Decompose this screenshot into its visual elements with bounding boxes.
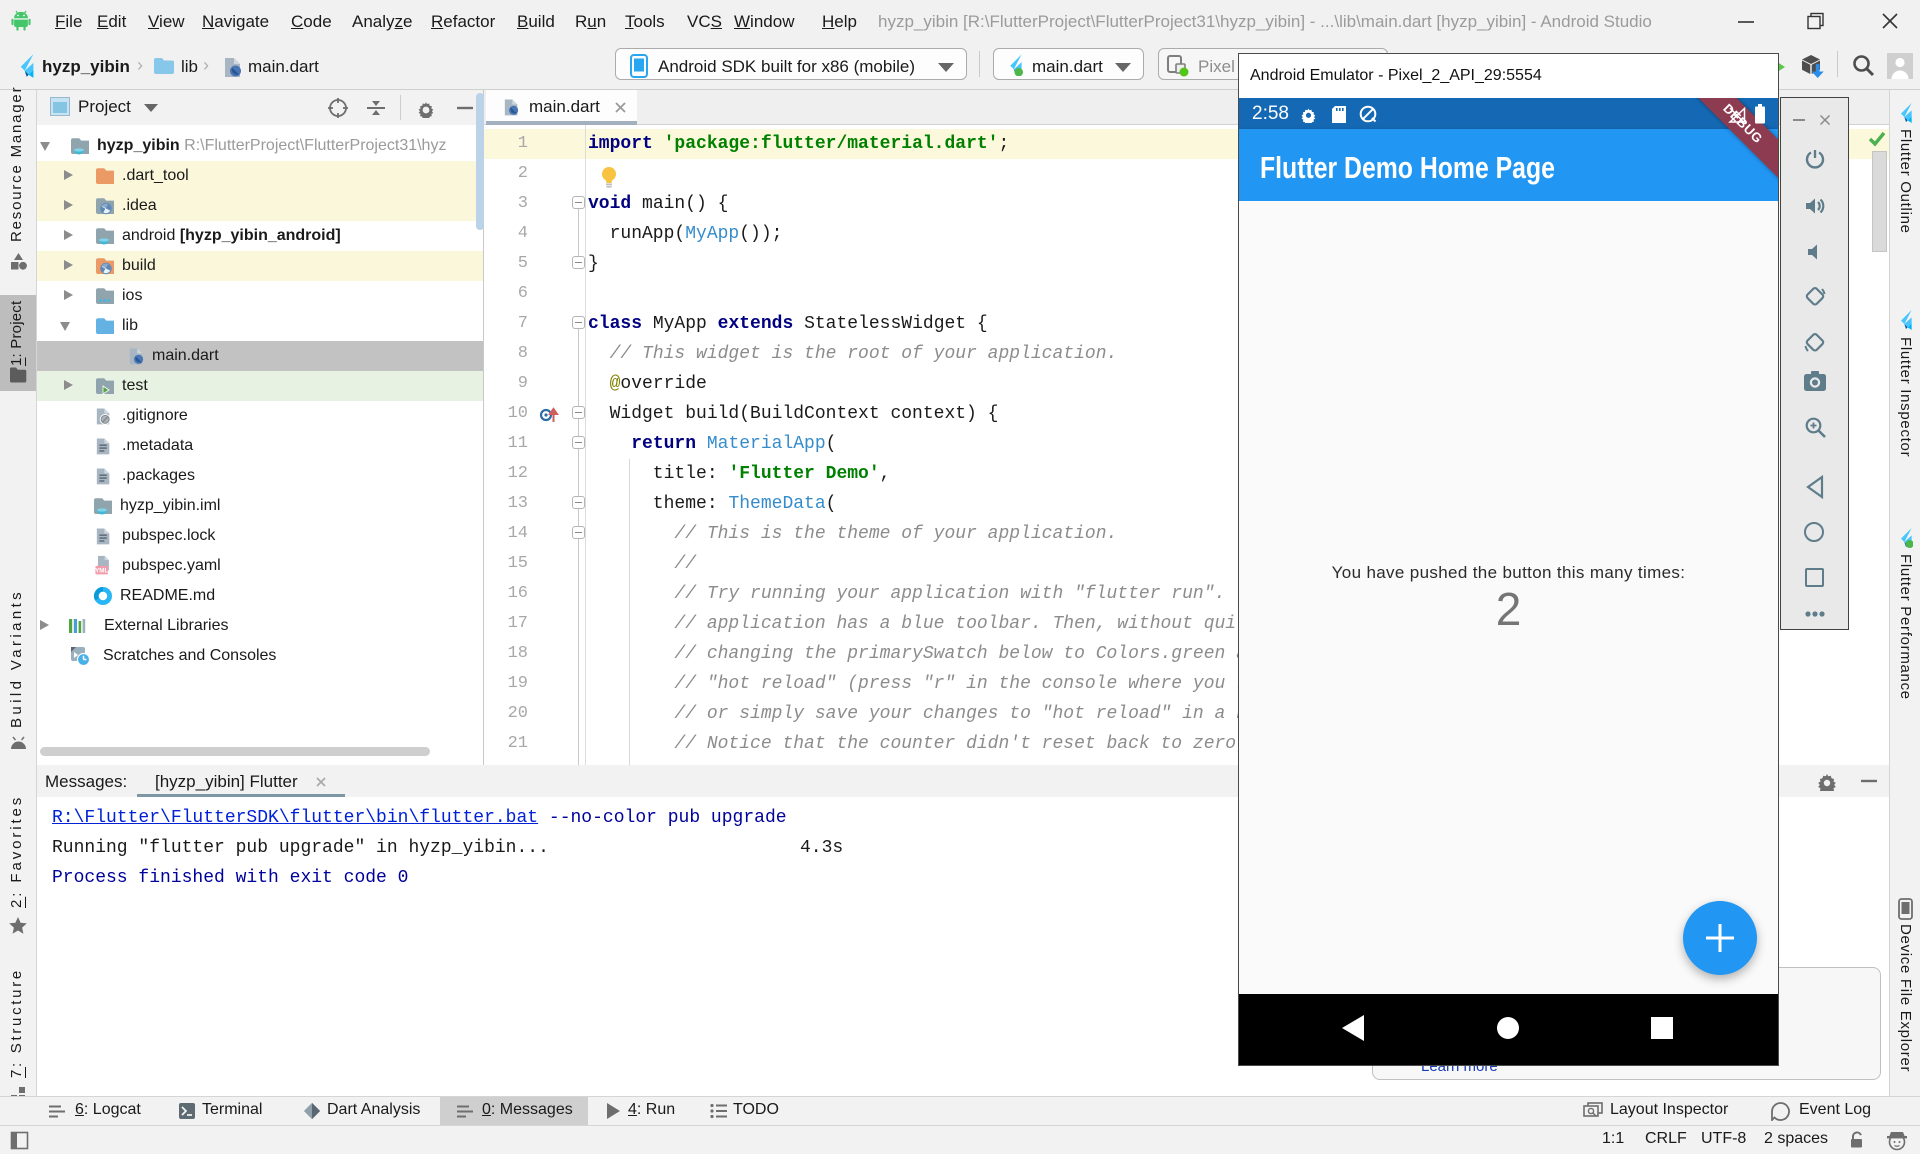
svg-text:YML: YML	[95, 568, 108, 575]
